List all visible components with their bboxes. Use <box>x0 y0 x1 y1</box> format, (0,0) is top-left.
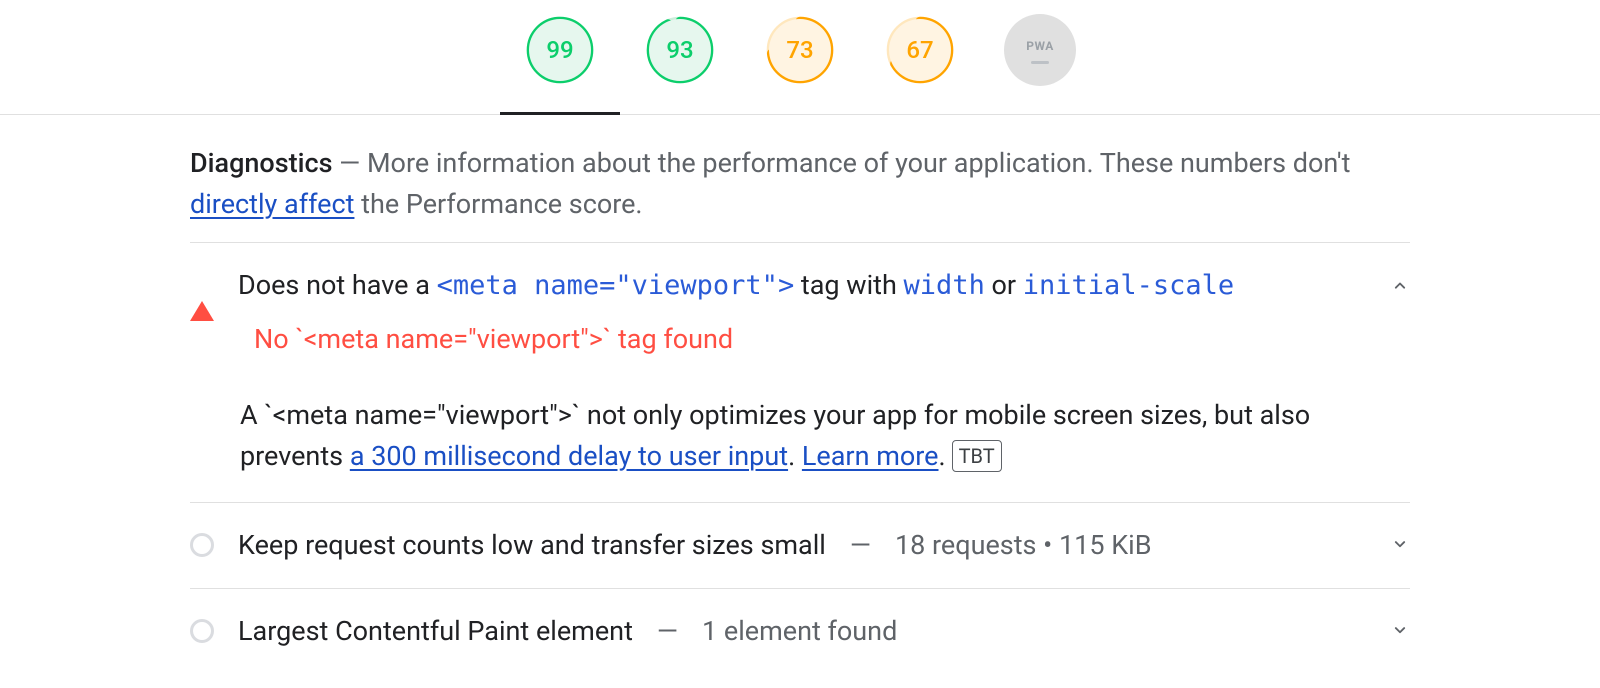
diagnostics-title: Diagnostics <box>190 147 332 179</box>
gauge-seo[interactable]: 67 <box>884 14 956 86</box>
audit-desc-text: . <box>939 440 946 472</box>
audit-viewport[interactable]: Does not have a <meta name="viewport"> t… <box>190 243 1410 503</box>
pwa-dash-icon <box>1031 61 1049 64</box>
gauge-score: 93 <box>649 19 711 81</box>
audit-sep: — <box>657 611 678 652</box>
diagnostics-desc-after: the Performance score. <box>354 188 642 220</box>
gauge-score: 73 <box>769 19 831 81</box>
audit-link-learn-more[interactable]: Learn more <box>802 440 939 472</box>
audit-subtitle: No `<meta name="viewport">` tag found <box>238 319 1410 360</box>
gauge-score: 67 <box>889 19 951 81</box>
triangle-fail-icon <box>190 301 214 321</box>
audit-desc-text: . <box>788 440 802 472</box>
gauge-accessibility[interactable]: 93 <box>644 14 716 86</box>
gauge-performance[interactable]: 99 <box>524 14 596 86</box>
audit-title-text: Does not have a <box>238 269 437 301</box>
audit-meta: 18 requests • 115 KiB <box>895 525 1152 566</box>
diagnostics-section: Diagnostics — More information about the… <box>190 115 1410 673</box>
chevron-up-icon <box>1390 276 1410 296</box>
audit-request-counts[interactable]: Keep request counts low and transfer siz… <box>190 503 1410 589</box>
metric-badge-tbt: TBT <box>952 440 1002 472</box>
expand-button[interactable] <box>1390 611 1410 652</box>
audit-title-text: tag with <box>794 269 903 301</box>
audit-description: A `<meta name="viewport">` not only opti… <box>190 395 1410 476</box>
circle-info-icon <box>190 533 214 557</box>
audit-title-code: <meta name="viewport"> <box>437 270 795 301</box>
diagnostics-sep: — <box>332 147 366 179</box>
audit-lcp-element[interactable]: Largest Contentful Paint element — 1 ele… <box>190 589 1410 674</box>
audit-meta: 1 element found <box>702 611 897 652</box>
active-tab-underline <box>500 112 620 115</box>
diagnostics-desc-before: More information about the performance o… <box>367 147 1350 179</box>
chevron-down-icon <box>1390 620 1410 640</box>
score-gauges-header: 99 93 73 67 PWA <box>0 0 1600 115</box>
gauge-best-practices[interactable]: 73 <box>764 14 836 86</box>
expand-button[interactable] <box>1390 525 1410 566</box>
audit-title: Keep request counts low and transfer siz… <box>238 525 826 566</box>
gauge-pwa[interactable]: PWA <box>1004 14 1076 86</box>
diagnostics-link[interactable]: directly affect <box>190 188 354 220</box>
audit-title: Does not have a <meta name="viewport"> t… <box>238 265 1410 307</box>
pwa-label: PWA <box>1026 37 1054 55</box>
audit-title-code: initial-scale <box>1023 270 1234 301</box>
audit-title: Largest Contentful Paint element <box>238 611 633 652</box>
collapse-button[interactable] <box>1390 267 1410 308</box>
audit-link-delay[interactable]: a 300 millisecond delay to user input <box>350 440 788 472</box>
diagnostics-heading: Diagnostics — More information about the… <box>190 143 1410 224</box>
circle-info-icon <box>190 619 214 643</box>
chevron-down-icon <box>1390 534 1410 554</box>
audit-title-code: width <box>904 270 985 301</box>
audit-sep: — <box>850 525 871 566</box>
audit-title-text: or <box>985 269 1023 301</box>
gauge-score: 99 <box>529 19 591 81</box>
